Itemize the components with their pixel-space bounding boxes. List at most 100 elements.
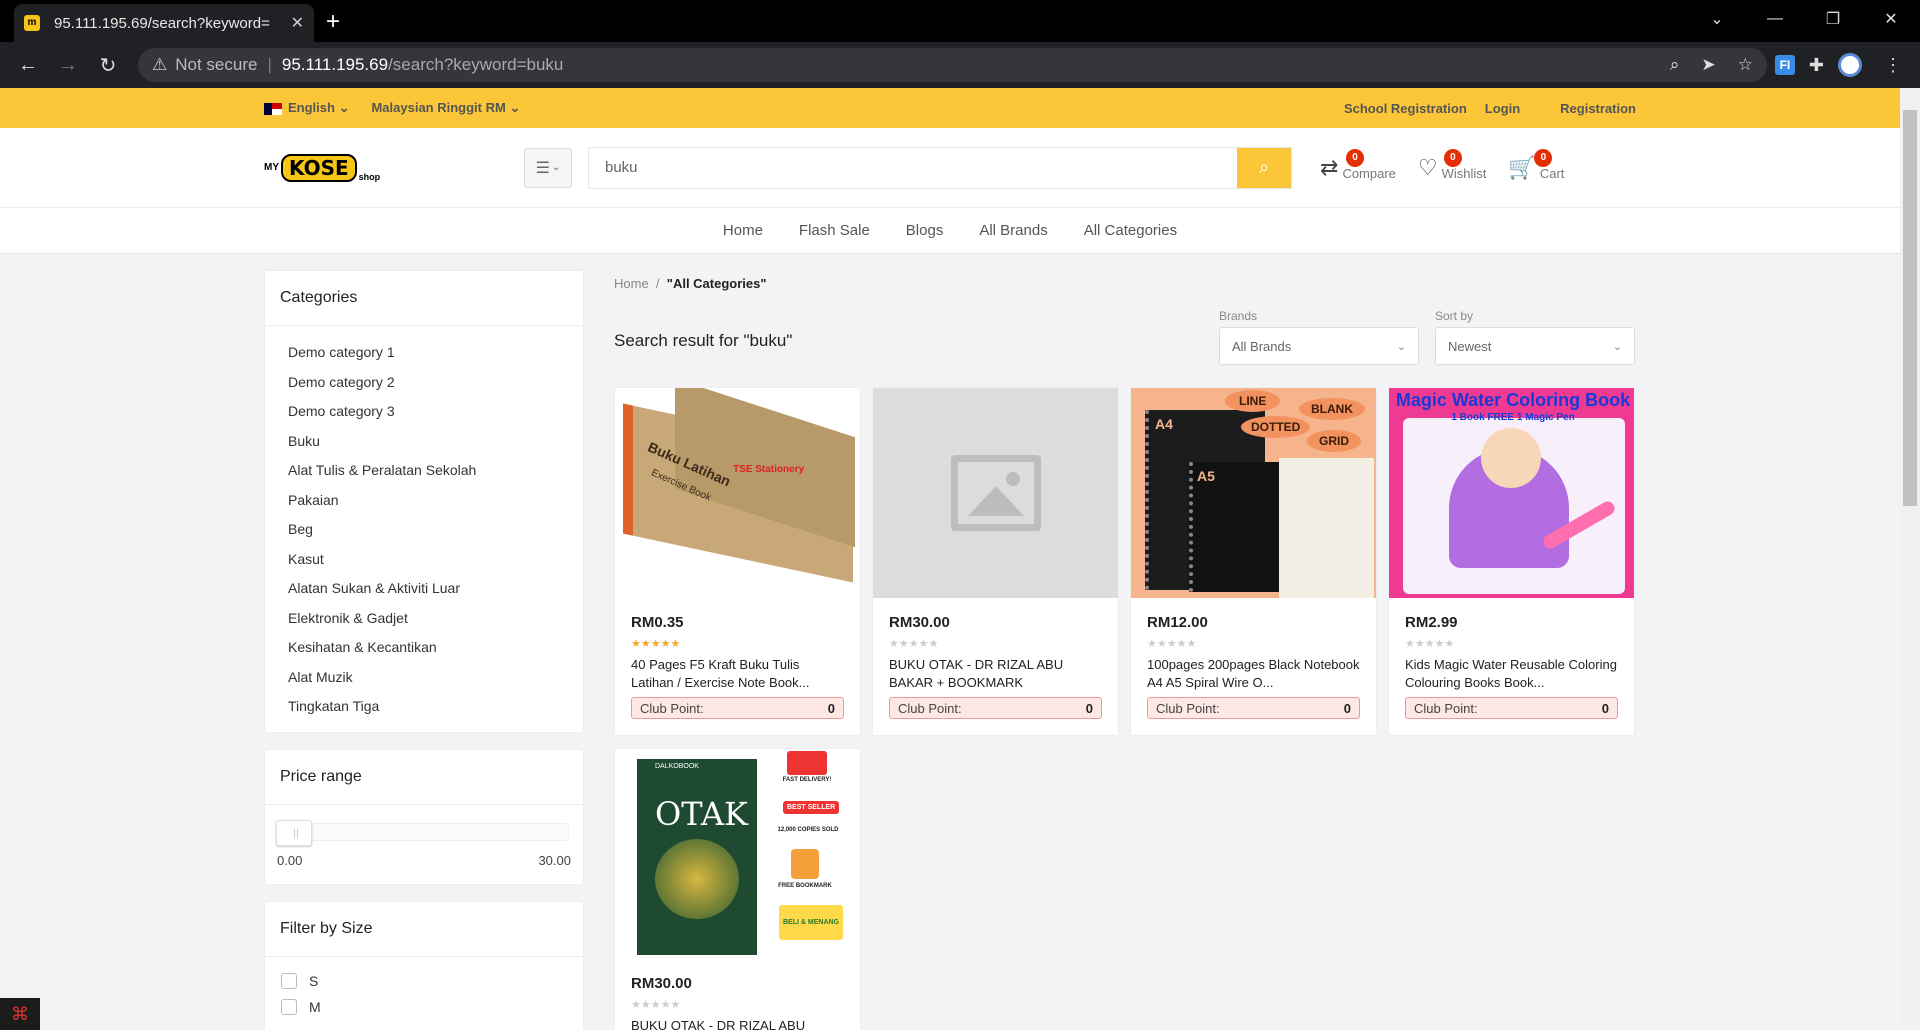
scrollbar-thumb[interactable] (1903, 110, 1917, 506)
forward-button[interactable]: → (50, 54, 86, 77)
profile-avatar[interactable] (1838, 53, 1862, 77)
product-image[interactable]: DALKOBOOK OTAK FAST DELIVERY! BEST SELLE… (615, 749, 860, 959)
category-item[interactable]: Demo category 1 (288, 338, 560, 368)
club-point-value: 0 (1601, 700, 1609, 716)
product-price: RM0.35 (631, 614, 684, 631)
main-area: Categories Demo category 1 Demo category… (0, 254, 1900, 1030)
language-select[interactable]: English ⌄ (264, 100, 349, 116)
category-item[interactable]: Alatan Sukan & Aktiviti Luar (288, 574, 560, 604)
product-card[interactable]: RM30.00 ★★★★★ BUKU OTAK - DR RIZAL ABU B… (872, 387, 1119, 736)
size-checkbox[interactable] (281, 998, 297, 1015)
size-option[interactable]: M (281, 998, 567, 1015)
product-name[interactable]: 40 Pages F5 Kraft Buku Tulis Latihan / E… (631, 656, 844, 692)
minimize-button[interactable]: — (1746, 10, 1804, 28)
category-item[interactable]: Beg (288, 515, 560, 545)
product-card[interactable]: DALKOBOOK OTAK FAST DELIVERY! BEST SELLE… (614, 748, 861, 1030)
tab-title: 95.111.195.69/search?keyword= (54, 14, 270, 32)
category-item[interactable]: Alat Tulis & Peralatan Sekolah (288, 456, 560, 486)
club-point-label: Club Point: (898, 700, 962, 716)
product-image[interactable]: A4 A5 LINE BLANK DOTTED GRID (1131, 388, 1376, 598)
category-item[interactable]: Tingkatan Tiga (288, 692, 560, 722)
category-item[interactable]: Kesihatan & Kecantikan (288, 633, 560, 663)
laravel-debug-icon[interactable]: ⌘ (0, 998, 40, 1030)
currency-select[interactable]: Malaysian Ringgit RM ⌄ (371, 100, 520, 116)
product-name[interactable]: Kids Magic Water Reusable Coloring Colou… (1405, 656, 1618, 692)
wishlist-button[interactable]: ♡ 0 Wishlist (1418, 148, 1486, 181)
search-input[interactable] (589, 147, 1237, 188)
restore-button[interactable]: ❐ (1804, 9, 1862, 29)
fi-extension-icon[interactable]: FI (1774, 55, 1795, 75)
url-separator: | (267, 55, 272, 74)
brands-select[interactable]: All Brands ⌄ (1219, 327, 1419, 365)
category-item[interactable]: Kasut (288, 545, 560, 575)
size-checkbox[interactable] (281, 972, 297, 989)
category-item[interactable]: Demo category 2 (288, 368, 560, 398)
size-option[interactable]: S (281, 972, 567, 989)
price-slider-handle[interactable] (276, 819, 312, 846)
club-point: Club Point: 0 (631, 697, 844, 719)
price-min-value: 0.00 (277, 852, 303, 868)
cart-icon: 🛒 (1508, 154, 1536, 180)
cart-count-badge: 0 (1534, 148, 1553, 167)
product-name[interactable]: BUKU OTAK - DR RIZAL ABU (631, 1017, 844, 1030)
category-item[interactable]: Pakaian (288, 486, 560, 516)
product-price: RM12.00 (1147, 614, 1208, 631)
web-page: English ⌄ Malaysian Ringgit RM ⌄ School … (0, 88, 1900, 1030)
url-field[interactable]: ⚠ Not secure | 95.111.195.69/search?keyw… (138, 48, 1767, 82)
product-image-subtitle: 1 Book FREE 1 Magic Pen (1451, 412, 1575, 423)
close-window-button[interactable]: ✕ (1862, 9, 1920, 29)
site-logo[interactable]: MY KOSE shop (264, 148, 380, 188)
registration-link[interactable]: Registration (1560, 101, 1636, 116)
back-button[interactable]: ← (10, 54, 46, 77)
new-tab-button[interactable]: + (326, 8, 340, 36)
category-menu-button[interactable]: ☰ ⌄ (524, 147, 572, 188)
send-icon[interactable]: ➤ (1701, 55, 1715, 75)
page-scrollbar[interactable] (1900, 88, 1920, 1030)
club-point-value: 0 (1085, 700, 1093, 716)
sort-select[interactable]: Newest ⌄ (1435, 327, 1635, 365)
product-image-fast-delivery: FAST DELIVERY! (782, 777, 832, 783)
puzzle-extensions-icon[interactable]: ✚ (1809, 55, 1824, 76)
search-button[interactable]: ⌕ (1237, 147, 1291, 188)
reload-button[interactable]: ↻ (90, 53, 126, 78)
browser-menu-icon[interactable]: ⋮ (1884, 55, 1902, 76)
product-card[interactable]: Magic Water Coloring Book 1 Book FREE 1 … (1388, 387, 1635, 736)
nav-blogs[interactable]: Blogs (906, 222, 944, 239)
breadcrumb-home[interactable]: Home (614, 276, 649, 291)
main-nav: Home Flash Sale Blogs All Brands All Cat… (0, 208, 1900, 254)
sidebar: Categories Demo category 1 Demo category… (264, 270, 584, 1030)
nav-all-categories[interactable]: All Categories (1084, 222, 1177, 239)
close-tab-icon[interactable]: ✕ (291, 13, 304, 33)
compare-button[interactable]: ⇄ 0 Compare (1320, 148, 1396, 181)
categories-title: Categories (265, 271, 583, 326)
category-item[interactable]: Demo category 3 (288, 397, 560, 427)
product-image[interactable]: Magic Water Coloring Book 1 Book FREE 1 … (1389, 388, 1634, 598)
category-item[interactable]: Buku (288, 427, 560, 457)
browser-tab[interactable]: m 95.111.195.69/search?keyword= ✕ (14, 4, 314, 42)
breadcrumb: Home / "All Categories" (614, 276, 1635, 291)
product-card[interactable]: A4 A5 LINE BLANK DOTTED GRID RM12.00 ★★★… (1130, 387, 1377, 736)
chevron-down-icon: ⌄ (1396, 340, 1406, 353)
price-slider[interactable] (276, 819, 569, 846)
product-price: RM30.00 (631, 975, 692, 992)
product-image[interactable]: Buku Latihan Exercise Book TSE Stationer… (615, 388, 860, 598)
nav-flash-sale[interactable]: Flash Sale (799, 222, 870, 239)
category-item[interactable]: Alat Muzik (288, 663, 560, 693)
school-registration-link[interactable]: School Registration (1344, 101, 1467, 116)
product-name[interactable]: BUKU OTAK - DR RIZAL ABU BAKAR + BOOKMAR… (889, 656, 1102, 692)
category-item[interactable]: Elektronik & Gadjet (288, 604, 560, 634)
nav-home[interactable]: Home (723, 222, 763, 239)
product-image-grid: GRID (1307, 430, 1361, 452)
tab-search-icon[interactable]: ⌄ (1688, 9, 1746, 29)
product-card[interactable]: Buku Latihan Exercise Book TSE Stationer… (614, 387, 861, 736)
product-name[interactable]: 100pages 200pages Black Notebook A4 A5 S… (1147, 656, 1360, 692)
product-image-placeholder[interactable] (873, 388, 1118, 598)
nav-all-brands[interactable]: All Brands (979, 222, 1047, 239)
size-label: S (309, 972, 319, 989)
bookmark-star-icon[interactable]: ☆ (1738, 55, 1753, 75)
product-grid: Buku Latihan Exercise Book TSE Stationer… (614, 387, 1635, 1030)
search-icon: ⌕ (1258, 157, 1270, 177)
login-link[interactable]: Login (1485, 101, 1520, 116)
cart-button[interactable]: 🛒 0 Cart (1508, 148, 1564, 181)
zoom-icon[interactable]: ⌕ (1670, 55, 1680, 75)
